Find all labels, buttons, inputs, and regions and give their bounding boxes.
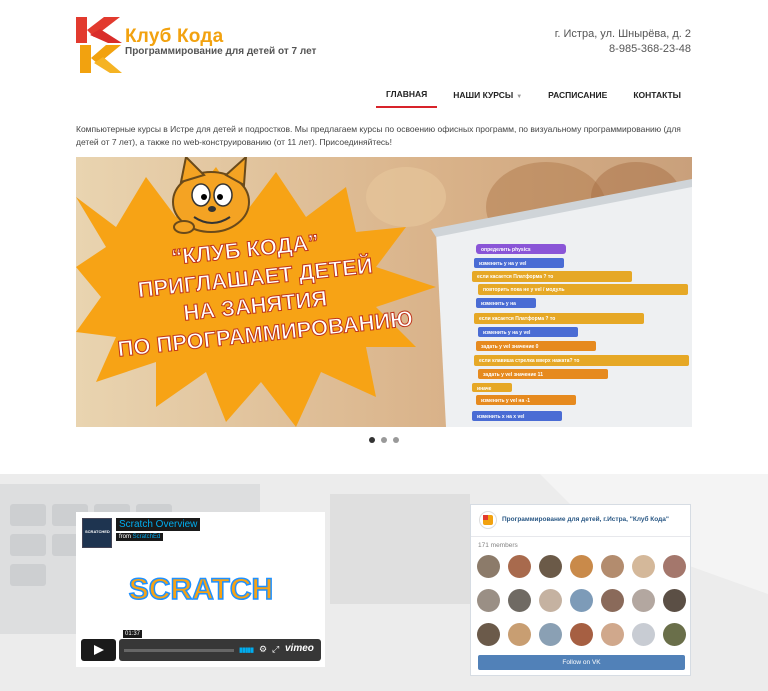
slider-dots (369, 437, 405, 443)
video-from-prefix: from (119, 534, 131, 540)
vk-member-avatar[interactable] (663, 555, 686, 578)
video-from-link[interactable]: ScratchEd (133, 534, 161, 540)
nav-item-schedule[interactable]: РАСПИСАНИЕ (538, 87, 617, 107)
club-logo-icon[interactable] (76, 17, 122, 73)
code-block-2: изменить y на y vel (479, 261, 527, 267)
vk-members-count: 171 members (478, 542, 518, 549)
vk-member-avatar[interactable] (539, 589, 562, 612)
video-controls: 01:37 ▮▮▮▮▮ ⚙ ⤢ vimeo (81, 630, 321, 661)
code-block-5: изменить y на (481, 301, 516, 307)
nav-item-courses-label: НАШИ КУРСЫ (453, 90, 514, 100)
vk-member-avatar[interactable] (477, 555, 500, 578)
vk-member-avatar[interactable] (663, 589, 686, 612)
video-thumb-label: SCRATCHED (85, 529, 110, 534)
code-block-1: определить physics (481, 247, 531, 253)
play-button[interactable] (81, 639, 116, 661)
chevron-down-icon: ▼ (516, 94, 523, 100)
vk-group-name[interactable]: Программирование для детей, г.Истра, "Кл… (502, 516, 669, 523)
code-block-6: если касается Платформа ? то (479, 315, 555, 322)
vk-member-avatar[interactable] (477, 589, 500, 612)
vk-member-avatar[interactable] (601, 555, 624, 578)
vk-widget: Программирование для детей, г.Истра, "Кл… (470, 504, 691, 676)
video-title[interactable]: Scratch Overview (116, 518, 201, 531)
vk-member-avatar[interactable] (632, 623, 655, 646)
video-progress-track[interactable] (124, 649, 234, 652)
code-block-9: если клавиша стрелка вверх нажата? то (479, 358, 579, 364)
vk-member-avatar[interactable] (508, 555, 531, 578)
scratch-logo-text: SCRATCH (129, 573, 273, 606)
code-block-7: изменить y на y vel (483, 330, 531, 336)
vk-member-avatar[interactable] (539, 623, 562, 646)
vk-member-avatar[interactable] (477, 623, 500, 646)
address: г. Истра, ул. Шнырёва, д. 2 (554, 28, 691, 40)
slider-dot-2[interactable] (381, 437, 387, 443)
code-block-13: изменить x на x vel (477, 414, 525, 420)
vimeo-logo[interactable]: vimeo (285, 643, 314, 654)
slider-dot-1[interactable] (369, 437, 375, 443)
brand-name[interactable]: Клуб Кода (125, 26, 223, 48)
vk-divider (471, 536, 690, 537)
nav-item-contacts[interactable]: КОНТАКТЫ (623, 87, 691, 107)
video-player[interactable]: SCRATCHED Scratch Overview from ScratchE… (76, 512, 325, 667)
vk-member-avatar[interactable] (632, 589, 655, 612)
vk-member-avatar[interactable] (570, 555, 593, 578)
hero-slider[interactable]: “КЛУБ КОДА” ПРИГЛАШАЕТ ДЕТЕЙ НА ЗАНЯТИЯ … (76, 157, 692, 427)
vk-member-avatar[interactable] (601, 589, 624, 612)
video-control-bar: ▮▮▮▮▮ ⚙ ⤢ vimeo (119, 639, 321, 661)
code-block-4: повторить пока не y vel / модуль (483, 287, 565, 293)
vk-member-avatar[interactable] (570, 589, 593, 612)
code-block-3: если касается Платформа ? то (477, 273, 553, 280)
video-from: from ScratchEd (116, 533, 164, 541)
code-block-8: задать y vel значение 0 (481, 344, 539, 350)
slider-dot-3[interactable] (393, 437, 399, 443)
vk-member-avatar[interactable] (508, 589, 531, 612)
vk-group-avatar[interactable] (479, 511, 497, 529)
vk-member-grid (477, 555, 687, 657)
code-block-12: изменить y vel на -1 (481, 398, 530, 404)
video-time: 01:37 (123, 630, 143, 638)
video-channel-thumb[interactable]: SCRATCHED (82, 518, 112, 548)
vk-member-avatar[interactable] (508, 623, 531, 646)
volume-icon[interactable]: ▮▮▮▮▮ (239, 646, 254, 654)
code-block-11: иначе (477, 386, 492, 392)
scratch-logo-icon: SCRATCH (128, 572, 274, 607)
vk-member-avatar[interactable] (601, 623, 624, 646)
fullscreen-icon[interactable]: ⤢ (272, 644, 279, 655)
club-mini-logo-icon (483, 515, 493, 525)
vk-member-avatar[interactable] (663, 623, 686, 646)
main-nav: ГЛАВНАЯ НАШИ КУРСЫ ▼ РАСПИСАНИЕ КОНТАКТЫ (370, 86, 691, 108)
intro-text: Компьютерные курсы в Истре для детей и п… (76, 124, 681, 147)
vk-member-avatar[interactable] (539, 555, 562, 578)
nav-item-courses[interactable]: НАШИ КУРСЫ ▼ (443, 87, 532, 107)
page: Клуб Кода Программирование для детей от … (0, 0, 768, 691)
code-block-10: задать y vel значение 11 (483, 372, 543, 378)
brand-tagline: Программирование для детей от 7 лет (125, 46, 317, 57)
vk-member-avatar[interactable] (570, 623, 593, 646)
vk-follow-button[interactable]: Follow on VK (478, 655, 685, 670)
vk-member-avatar[interactable] (632, 555, 655, 578)
nav-item-home[interactable]: ГЛАВНАЯ (376, 86, 438, 108)
phone[interactable]: 8-985-368-23-48 (609, 43, 691, 55)
gear-icon[interactable]: ⚙ (259, 644, 267, 655)
